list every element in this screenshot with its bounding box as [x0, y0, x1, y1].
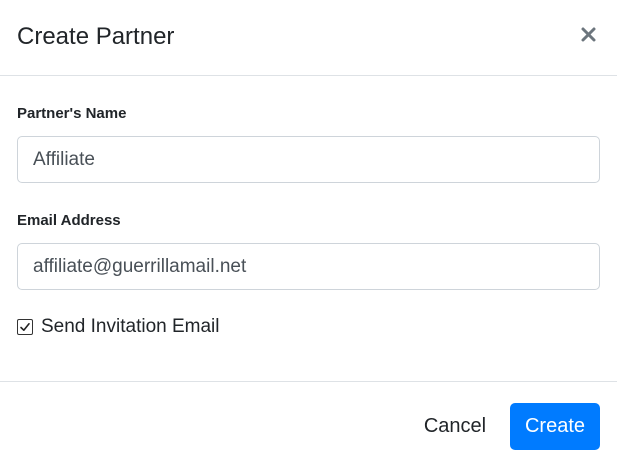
partner-name-input[interactable]: [17, 136, 600, 183]
create-partner-modal: Create Partner Partner's Name Email Addr…: [0, 0, 617, 466]
partner-name-label: Partner's Name: [17, 105, 127, 122]
close-button[interactable]: [578, 24, 600, 46]
modal-body: Partner's Name Email Address Send Invita…: [0, 77, 617, 381]
email-address-label: Email Address: [17, 212, 121, 229]
modal-title: Create Partner: [17, 23, 175, 50]
send-invitation-row[interactable]: Send Invitation Email: [17, 314, 220, 340]
cancel-button[interactable]: Cancel: [413, 403, 497, 450]
send-invitation-checkbox[interactable]: [17, 319, 33, 335]
send-invitation-label: Send Invitation Email: [41, 316, 220, 337]
close-icon: [578, 24, 600, 46]
create-button[interactable]: Create: [510, 403, 600, 450]
modal-footer: Cancel Create: [0, 381, 617, 466]
email-address-input[interactable]: [17, 243, 600, 290]
modal-header: Create Partner: [0, 0, 617, 76]
checkmark-icon: [20, 322, 30, 331]
